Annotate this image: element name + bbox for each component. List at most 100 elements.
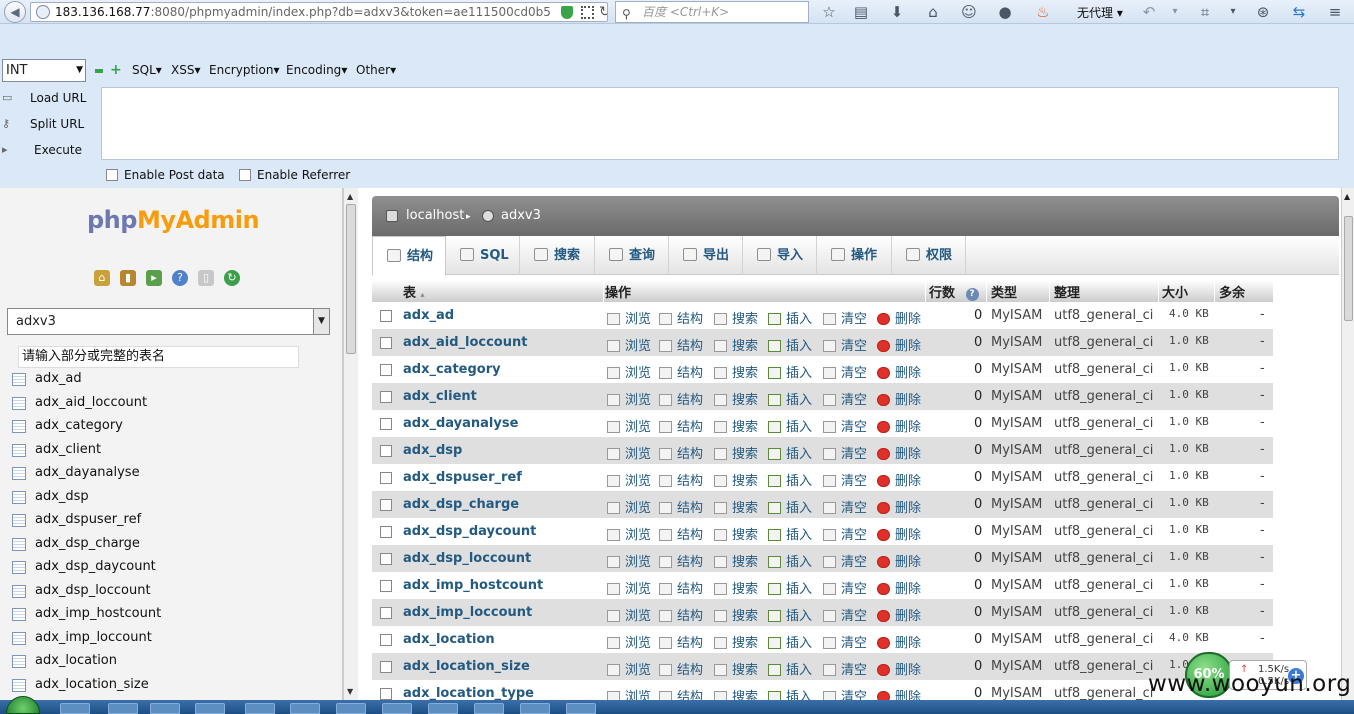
row-checkbox[interactable] bbox=[380, 553, 392, 565]
table-name-link[interactable]: adx_category bbox=[403, 362, 501, 377]
structure-action[interactable]: 结构 bbox=[659, 443, 703, 462]
chat-icon[interactable]: ☺ bbox=[960, 3, 978, 21]
row-checkbox[interactable] bbox=[380, 661, 392, 673]
browse-action[interactable]: 浏览 bbox=[607, 605, 651, 624]
taskbar-app-icon[interactable] bbox=[566, 703, 596, 714]
enable-referrer-checkbox[interactable]: Enable Referrer bbox=[239, 168, 350, 182]
search-action[interactable]: 搜索 bbox=[714, 362, 758, 381]
scroll-down-icon[interactable]: ▼ bbox=[347, 687, 353, 696]
empty-action[interactable]: 清空 bbox=[823, 308, 867, 327]
drop-action[interactable]: 删除 bbox=[877, 416, 921, 435]
qr-icon[interactable] bbox=[581, 6, 594, 19]
sidebar-table-name[interactable]: adx_location_size bbox=[35, 677, 149, 692]
table-size[interactable]: 1.0 KB bbox=[1169, 469, 1209, 482]
table-name-link[interactable]: adx_location_type bbox=[403, 686, 534, 700]
drop-action[interactable]: 删除 bbox=[877, 632, 921, 651]
insert-action[interactable]: 插入 bbox=[768, 362, 812, 381]
search-action[interactable]: 搜索 bbox=[714, 389, 758, 408]
insert-action[interactable]: 插入 bbox=[768, 389, 812, 408]
minus-icon[interactable] bbox=[95, 69, 103, 73]
search-action[interactable]: 搜索 bbox=[714, 443, 758, 462]
taskbar-app-icon[interactable] bbox=[428, 703, 458, 714]
table-size[interactable]: 1.0 KB bbox=[1169, 496, 1209, 509]
search-action[interactable]: 搜索 bbox=[714, 524, 758, 543]
row-checkbox[interactable] bbox=[380, 472, 392, 484]
insert-action[interactable]: 插入 bbox=[768, 605, 812, 624]
empty-action[interactable]: 清空 bbox=[823, 443, 867, 462]
taskbar-app-icon[interactable] bbox=[150, 703, 180, 714]
structure-action[interactable]: 结构 bbox=[659, 524, 703, 543]
insert-action[interactable]: 插入 bbox=[768, 470, 812, 489]
empty-action[interactable]: 清空 bbox=[823, 497, 867, 516]
menu-icon[interactable]: ≡ bbox=[1326, 3, 1344, 21]
row-checkbox[interactable] bbox=[380, 526, 392, 538]
breadcrumb-db[interactable]: adxv3 bbox=[501, 208, 541, 223]
sidebar-table-name[interactable]: adx_dsp_daycount bbox=[35, 559, 156, 574]
header-type[interactable]: 类型 bbox=[991, 282, 1017, 301]
bookmarks-icon[interactable]: ▤ bbox=[852, 3, 870, 21]
empty-action[interactable]: 清空 bbox=[823, 389, 867, 408]
structure-action[interactable]: 结构 bbox=[659, 659, 703, 678]
browse-action[interactable]: 浏览 bbox=[607, 524, 651, 543]
header-table[interactable]: 表 ▴ bbox=[403, 282, 425, 301]
comment-icon[interactable]: ● bbox=[996, 3, 1014, 21]
table-name-link[interactable]: adx_dsp_loccount bbox=[403, 551, 531, 566]
shield-icon[interactable] bbox=[561, 6, 573, 19]
tab-operations[interactable]: 操作 bbox=[817, 236, 892, 275]
structure-action[interactable]: 结构 bbox=[659, 578, 703, 597]
sync-icon[interactable]: ⇆ bbox=[1290, 3, 1308, 21]
crop-icon[interactable]: ⌗ bbox=[1196, 3, 1214, 21]
fire-icon[interactable]: ♨ bbox=[1034, 3, 1052, 21]
insert-action[interactable]: 插入 bbox=[768, 578, 812, 597]
table-name-link[interactable]: adx_dsp_charge bbox=[403, 497, 519, 512]
sidebar-table-name[interactable]: adx_category bbox=[35, 418, 123, 433]
empty-action[interactable]: 清空 bbox=[823, 605, 867, 624]
taskbar-app-icon[interactable] bbox=[108, 703, 138, 714]
row-checkbox[interactable] bbox=[380, 445, 392, 457]
taskbar-app-icon[interactable] bbox=[195, 703, 225, 714]
query-window-icon[interactable]: ▸ bbox=[146, 270, 162, 286]
table-name-link[interactable]: adx_dspuser_ref bbox=[403, 470, 522, 485]
taskbar-app-icon[interactable] bbox=[520, 703, 550, 714]
browse-action[interactable]: 浏览 bbox=[607, 416, 651, 435]
row-checkbox[interactable] bbox=[380, 607, 392, 619]
chevron-down-icon[interactable]: ▾ bbox=[1166, 3, 1184, 21]
taskbar-app-icon[interactable] bbox=[474, 703, 504, 714]
undo-icon[interactable]: ↶ bbox=[1140, 3, 1158, 21]
browse-action[interactable]: 浏览 bbox=[607, 686, 651, 700]
table-size[interactable]: 4.0 KB bbox=[1169, 631, 1209, 644]
browse-action[interactable]: 浏览 bbox=[607, 335, 651, 354]
search-box[interactable]: ⚲ 百度 <Ctrl+K> bbox=[615, 1, 809, 23]
table-size[interactable]: 1.0 KB bbox=[1169, 334, 1209, 347]
table-size[interactable]: 1.0 KB bbox=[1169, 523, 1209, 536]
empty-action[interactable]: 清空 bbox=[823, 686, 867, 700]
search-action[interactable]: 搜索 bbox=[714, 308, 758, 327]
row-checkbox[interactable] bbox=[380, 499, 392, 511]
insert-action[interactable]: 插入 bbox=[768, 632, 812, 651]
drop-action[interactable]: 删除 bbox=[877, 362, 921, 381]
table-name-link[interactable]: adx_location_size bbox=[403, 659, 530, 674]
sidebar-table-name[interactable]: adx_client bbox=[35, 442, 101, 457]
proxy-menu[interactable]: 无代理 ▾ bbox=[1077, 4, 1123, 21]
search-action[interactable]: 搜索 bbox=[714, 578, 758, 597]
sidebar-table-name[interactable]: adx_dsp_charge bbox=[35, 536, 140, 551]
insert-action[interactable]: 插入 bbox=[768, 659, 812, 678]
browse-action[interactable]: 浏览 bbox=[607, 632, 651, 651]
table-size[interactable]: 1.0 KB bbox=[1169, 604, 1209, 617]
sidebar-table-item[interactable]: adx_category bbox=[0, 415, 343, 439]
browse-action[interactable]: 浏览 bbox=[607, 362, 651, 381]
insert-action[interactable]: 插入 bbox=[768, 308, 812, 327]
empty-action[interactable]: 清空 bbox=[823, 659, 867, 678]
search-action[interactable]: 搜索 bbox=[714, 470, 758, 489]
help-icon[interactable]: ? bbox=[965, 288, 979, 301]
docs-icon[interactable]: ? bbox=[172, 270, 188, 286]
header-collation[interactable]: 整理 bbox=[1054, 282, 1080, 301]
insert-action[interactable]: 插入 bbox=[768, 443, 812, 462]
structure-action[interactable]: 结构 bbox=[659, 335, 703, 354]
row-checkbox[interactable] bbox=[380, 310, 392, 322]
download-icon[interactable]: ⬇ bbox=[888, 3, 906, 21]
drop-action[interactable]: 删除 bbox=[877, 605, 921, 624]
row-checkbox[interactable] bbox=[380, 634, 392, 646]
tab-import[interactable]: 导入 bbox=[743, 236, 817, 275]
drop-action[interactable]: 删除 bbox=[877, 308, 921, 327]
